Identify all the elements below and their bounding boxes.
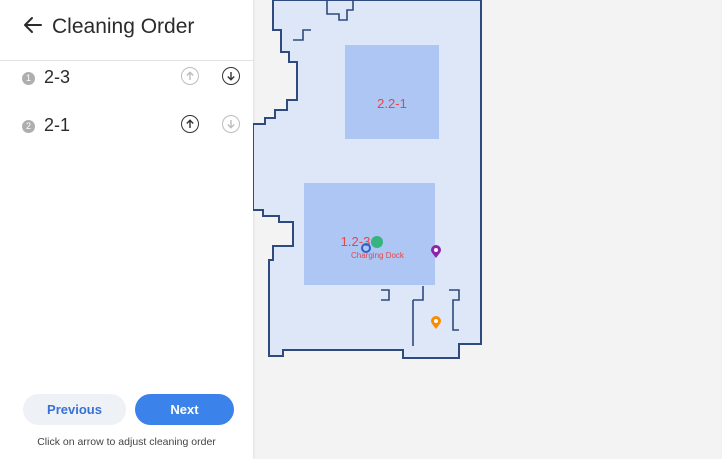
order-item-label: 2-1 xyxy=(44,115,71,135)
order-item: 2 2-1 xyxy=(0,108,253,148)
arrow-up-icon xyxy=(186,71,194,80)
move-down-button[interactable] xyxy=(222,115,240,133)
arrow-down-icon xyxy=(227,120,235,129)
map-view[interactable]: 2.2-1 1.2-3 Charging Dock xyxy=(253,0,722,459)
order-index-badge: 2 xyxy=(22,120,35,133)
room-2-2-1[interactable]: 2.2-1 xyxy=(345,45,439,139)
arrow-down-icon xyxy=(227,72,235,81)
order-item-label: 2-3 xyxy=(44,67,71,87)
page-title: Cleaning Order xyxy=(52,15,195,38)
order-index-badge: 1 xyxy=(22,72,35,85)
room-label: 1.2-3 xyxy=(340,234,371,249)
dock-label: Charging Dock xyxy=(351,251,404,260)
room-1-2-3[interactable]: 1.2-3 xyxy=(304,183,435,285)
charging-dock-icon xyxy=(371,236,383,248)
purple-marker-icon xyxy=(431,245,441,258)
move-down-button[interactable] xyxy=(222,67,240,85)
order-panel: Cleaning Order 1 2-3 2 2-1 Previous Next… xyxy=(0,0,253,459)
previous-button[interactable]: Previous xyxy=(23,394,126,425)
arrow-up-icon xyxy=(186,119,194,128)
header: Cleaning Order xyxy=(0,0,253,61)
orange-marker-icon xyxy=(431,316,441,329)
move-up-button[interactable] xyxy=(181,67,199,85)
order-item: 1 2-3 xyxy=(0,60,253,100)
next-button[interactable]: Next xyxy=(135,394,234,425)
hint-text: Click on arrow to adjust cleaning order xyxy=(37,436,216,448)
room-label: 2.2-1 xyxy=(377,96,407,111)
back-arrow-icon[interactable] xyxy=(22,14,44,36)
move-up-button[interactable] xyxy=(181,115,199,133)
